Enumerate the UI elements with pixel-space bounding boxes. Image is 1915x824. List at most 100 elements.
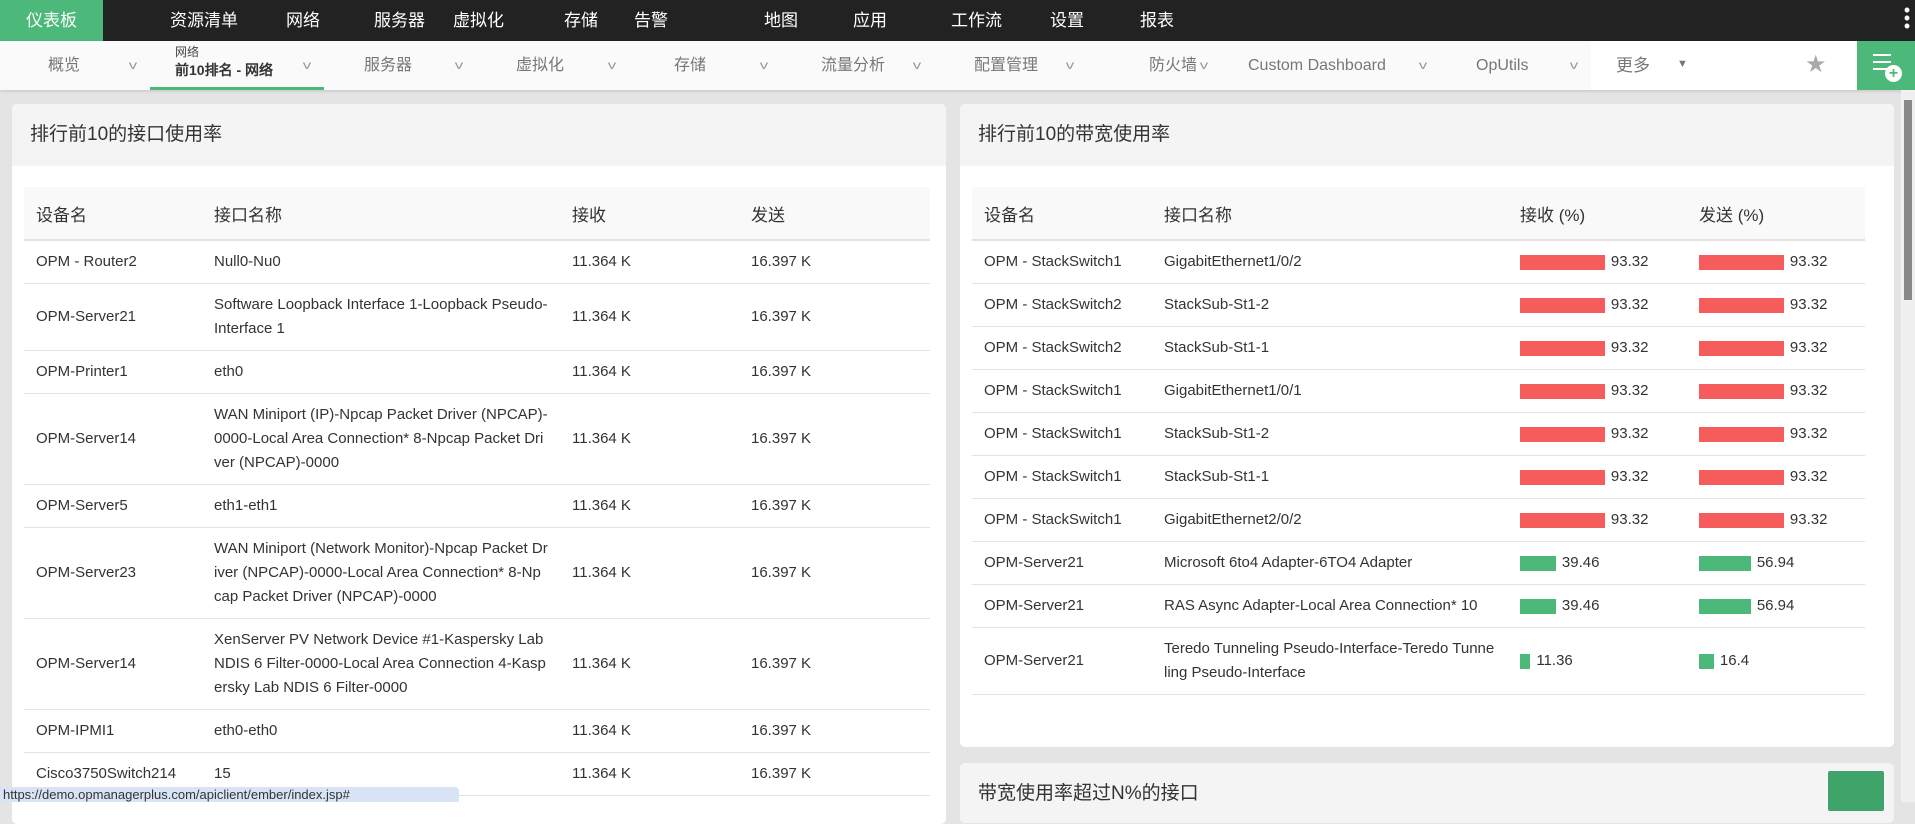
cell: 11.364 K bbox=[560, 618, 739, 710]
usage-value: 93.32 bbox=[1789, 382, 1828, 399]
table-row[interactable]: OPM - StackSwitch1 StackSub-St1-1 93.32 93.… bbox=[972, 455, 1865, 499]
cell: 39.46 bbox=[1508, 541, 1687, 585]
usage-bar bbox=[1520, 340, 1605, 356]
column-header[interactable]: 接收 bbox=[560, 187, 739, 241]
usage-bar bbox=[1520, 297, 1605, 313]
table-row[interactable]: OPM - StackSwitch1 GigabitEthernet1/0/1 93… bbox=[972, 369, 1865, 413]
table-row[interactable]: OPM - StackSwitch2 StackSub-St1-2 93.32 93.… bbox=[972, 283, 1865, 327]
column-header[interactable]: 设备名 bbox=[972, 187, 1152, 241]
column-header[interactable]: 发送 (%) bbox=[1687, 187, 1865, 241]
subnav-item[interactable]: OpUtils v bbox=[1440, 41, 1591, 90]
table-row[interactable]: OPM-Server21 Microsoft 6to4 Adapter-6TO4 … bbox=[972, 541, 1865, 585]
usage-bar bbox=[1520, 383, 1605, 399]
topnav-item[interactable]: 应用 bbox=[827, 0, 913, 41]
usage-bar bbox=[1699, 383, 1784, 399]
table-row[interactable]: OPM-Server23 WAN Miniport (Network Monito… bbox=[24, 527, 930, 619]
topnav-item[interactable]: 网络 bbox=[260, 0, 346, 41]
topnav-item[interactable]: 地图 bbox=[738, 0, 824, 41]
cell: 93.32 bbox=[1687, 455, 1865, 499]
cell: OPM-Server5 bbox=[24, 484, 202, 528]
usage-value: 93.32 bbox=[1789, 296, 1828, 313]
subnav-item-active[interactable]: 网络 前10排名 - 网络 v bbox=[150, 41, 324, 90]
table-row[interactable]: OPM - StackSwitch1 GigabitEthernet2/0/2 93… bbox=[972, 498, 1865, 542]
column-header[interactable]: 发送 bbox=[739, 187, 930, 241]
column-header[interactable]: 设备名 bbox=[24, 187, 202, 241]
table-header-row: 设备名 接口名称 接收 (%) 发送 (%) bbox=[972, 187, 1865, 241]
cell: eth1-eth1 bbox=[202, 484, 560, 528]
subnav-item[interactable]: Custom Dashboard v bbox=[1221, 41, 1440, 90]
topnav-item[interactable]: 设置 bbox=[1024, 0, 1110, 41]
usage-bar bbox=[1520, 469, 1605, 485]
cell: OPM - Router2 bbox=[24, 240, 202, 284]
widget-options-button[interactable] bbox=[1828, 771, 1884, 811]
topnav-item[interactable]: 告警 bbox=[608, 0, 694, 41]
table-row[interactable]: OPM-Server14 XenServer PV Network Device … bbox=[24, 618, 930, 710]
topnav-item[interactable]: 仪表板 bbox=[0, 0, 103, 41]
cell: OPM-Server21 bbox=[972, 627, 1152, 695]
column-header[interactable]: 接收 (%) bbox=[1508, 187, 1687, 241]
usage-bar bbox=[1699, 512, 1784, 528]
usage-value: 93.32 bbox=[1789, 511, 1828, 528]
top-navigation: 仪表板 资源清单 网络 服务器 虚拟化 存储 告警 地图 应用 工作流 设置 报表 bbox=[0, 0, 1915, 41]
more-options-icon[interactable]: • • • bbox=[1903, 1, 1911, 35]
more-menu[interactable]: 更多 ▼ ★ bbox=[1591, 41, 1857, 90]
cell: OPM-Server21 bbox=[972, 584, 1152, 628]
usage-bar bbox=[1520, 598, 1556, 614]
cell: StackSub-St1-2 bbox=[1152, 283, 1508, 327]
subnav-label: 服务器 bbox=[364, 57, 413, 74]
usage-value: 39.46 bbox=[1561, 597, 1600, 614]
table-row[interactable]: OPM-Server5 eth1-eth1 11.364 K 16.397 K bbox=[24, 484, 930, 528]
subnav-item[interactable]: 配置管理 v bbox=[934, 41, 1087, 90]
scrollbar-thumb[interactable] bbox=[1904, 100, 1912, 300]
table-row[interactable]: OPM-Server14 WAN Miniport (IP)-Npcap Pack… bbox=[24, 393, 930, 485]
cell: StackSub-St1-2 bbox=[1152, 412, 1508, 456]
subnav-item[interactable]: 虚拟化 v bbox=[476, 41, 629, 90]
usage-value: 93.32 bbox=[1610, 339, 1649, 356]
subnav-item[interactable]: 服务器 v bbox=[324, 41, 476, 90]
cell: 11.364 K bbox=[560, 527, 739, 619]
table-row[interactable]: OPM - StackSwitch1 GigabitEthernet1/0/2 93… bbox=[972, 240, 1865, 284]
topnav-item[interactable]: 虚拟化 bbox=[427, 0, 530, 41]
table-row[interactable]: OPM - StackSwitch2 StackSub-St1-1 93.32 93.… bbox=[972, 326, 1865, 370]
usage-bar bbox=[1520, 512, 1605, 528]
subnav-item[interactable]: 流量分析 v bbox=[781, 41, 934, 90]
scrollbar[interactable] bbox=[1901, 90, 1915, 802]
subnav-item[interactable]: 概览 v bbox=[0, 41, 150, 90]
favorite-star-icon[interactable]: ★ bbox=[1805, 41, 1827, 88]
cell: XenServer PV Network Device #1-Kaspersky… bbox=[202, 618, 560, 710]
cell: 11.364 K bbox=[560, 283, 739, 351]
usage-bar bbox=[1520, 426, 1605, 442]
cell: 93.32 bbox=[1687, 412, 1865, 456]
table-row[interactable]: OPM-Server21 RAS Async Adapter-Local Area… bbox=[972, 584, 1865, 628]
column-header[interactable]: 接口名称 bbox=[1152, 187, 1508, 241]
usage-value: 39.46 bbox=[1561, 554, 1600, 571]
table-row[interactable]: OPM - StackSwitch1 StackSub-St1-2 93.32 93.… bbox=[972, 412, 1865, 456]
chevron-down-icon: v bbox=[1199, 58, 1209, 72]
column-header[interactable]: 接口名称 bbox=[202, 187, 560, 241]
subnav-item[interactable]: 存储 v bbox=[629, 41, 781, 90]
cell: 16.397 K bbox=[739, 240, 930, 284]
table-row[interactable]: OPM - Router2 Null0-Nu0 11.364 K 16.397 K bbox=[24, 240, 930, 284]
cell: 16.397 K bbox=[739, 283, 930, 351]
bandwidth-utilization-table: 设备名 接口名称 接收 (%) 发送 (%) OPM - StackSwitch1 Gig… bbox=[972, 187, 1865, 695]
table-row[interactable]: OPM-Server21 Software Loopback Interface … bbox=[24, 283, 930, 351]
subnav-item[interactable]: 防火墙 v bbox=[1087, 41, 1221, 90]
cell: 16.397 K bbox=[739, 752, 930, 796]
add-widget-button[interactable]: + bbox=[1857, 41, 1915, 90]
panel-title: 带宽使用率超过N%的接口 bbox=[960, 763, 1894, 823]
cell: 16.4 bbox=[1687, 627, 1865, 695]
topnav-item[interactable]: 资源清单 bbox=[144, 0, 264, 41]
topnav-item[interactable]: 工作流 bbox=[925, 0, 1028, 41]
cell: eth0 bbox=[202, 350, 560, 394]
topnav-item[interactable]: 报表 bbox=[1114, 0, 1200, 41]
chevron-down-icon: v bbox=[454, 58, 464, 72]
chevron-down-icon: v bbox=[1065, 58, 1075, 72]
usage-value: 93.32 bbox=[1789, 253, 1828, 270]
usage-value: 93.32 bbox=[1610, 382, 1649, 399]
usage-value: 93.32 bbox=[1610, 253, 1649, 270]
table-row[interactable]: OPM-IPMI1 eth0-eth0 11.364 K 16.397 K bbox=[24, 709, 930, 753]
table-row[interactable]: OPM-Server21 Teredo Tunneling Pseudo-Inte… bbox=[972, 627, 1865, 695]
table-row[interactable]: OPM-Printer1 eth0 11.364 K 16.397 K bbox=[24, 350, 930, 394]
usage-value: 11.36 bbox=[1536, 652, 1573, 669]
usage-value: 93.32 bbox=[1789, 339, 1828, 356]
